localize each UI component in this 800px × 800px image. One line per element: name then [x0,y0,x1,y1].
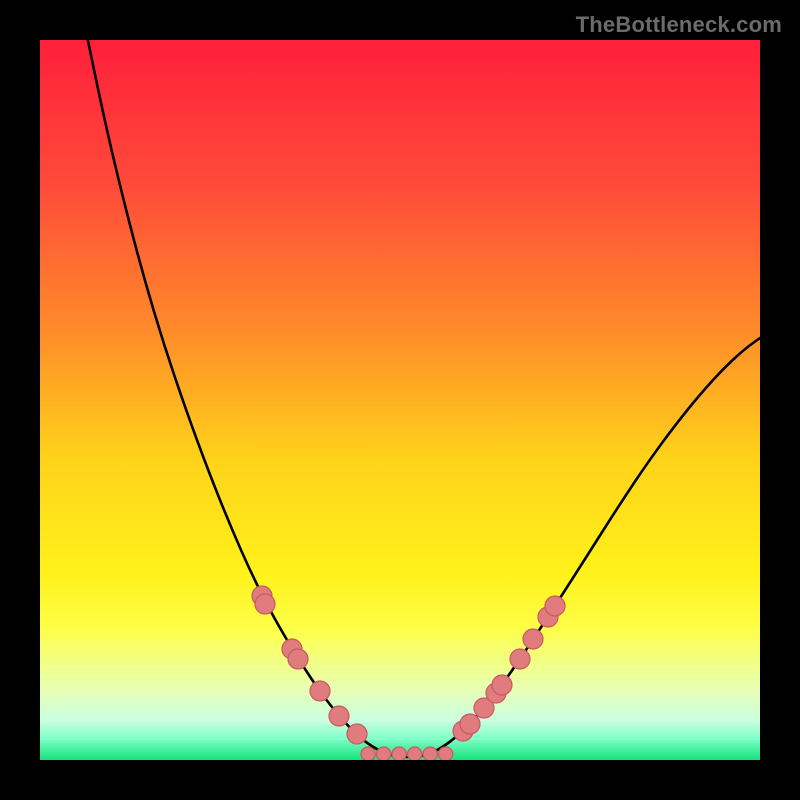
bottom-dash-segment [423,747,437,760]
chart-frame: TheBottleneck.com [0,0,800,800]
bottom-dash-segment [361,747,375,760]
watermark-text: TheBottleneck.com [576,12,782,38]
bottom-dash-segment [392,747,406,760]
data-marker [347,724,367,744]
plot-area [40,40,760,760]
data-marker [460,714,480,734]
bottom-dash-segment [439,747,453,760]
data-marker [510,649,530,669]
data-marker [545,596,565,616]
bottom-dash-segment [377,747,391,760]
data-marker [288,649,308,669]
data-marker [255,594,275,614]
bottom-dash-segment [408,747,422,760]
data-marker [523,629,543,649]
chart-svg [40,40,760,760]
data-marker [329,706,349,726]
gradient-background [40,40,760,760]
data-marker [310,681,330,701]
data-marker [492,675,512,695]
